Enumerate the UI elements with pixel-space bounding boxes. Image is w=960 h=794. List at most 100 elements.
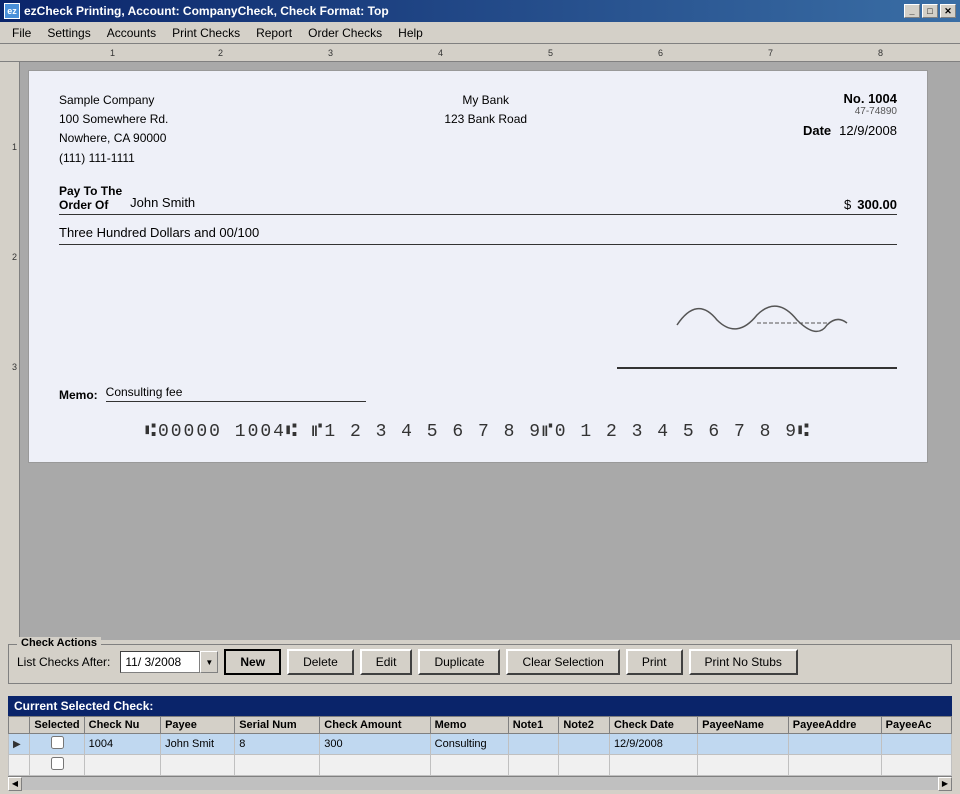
row-note2 [559,755,610,776]
table-row[interactable]: ▶ 1004 John Smit 8 300 Consulting 12/9/2… [9,734,952,755]
row-memo: Consulting [430,734,508,755]
v-ruler-mark-1: 1 [12,142,17,152]
main-area: 1 2 3 Sample Company 100 Somewhere Rd. N… [0,62,960,640]
selected-section: Current Selected Check: Selected Check N… [0,692,960,794]
col-note2: Note2 [559,717,610,734]
duplicate-button[interactable]: Duplicate [418,649,500,675]
row-checkbox[interactable] [51,757,64,770]
ruler-mark-4: 4 [438,48,443,58]
menu-print-checks[interactable]: Print Checks [164,24,248,42]
row-memo [430,755,508,776]
minimize-button[interactable]: _ [904,4,920,18]
check-table: Selected Check Nu Payee Serial Num Check… [8,716,952,776]
amount-box: $ 300.00 [844,197,897,212]
date-input-wrapper: ▼ [120,651,218,673]
date-dropdown-button[interactable]: ▼ [200,651,218,673]
col-arrow [9,717,30,734]
v-ruler-mark-2: 2 [12,252,17,262]
row-serial [235,755,320,776]
payee-name: John Smith [130,195,828,212]
col-check-num: Check Nu [84,717,160,734]
app-icon: ez [4,3,20,19]
ruler-mark-8: 8 [878,48,883,58]
row-note1 [508,734,559,755]
date-filter-input[interactable] [120,651,200,673]
company-phone: (111) 111-1111 [59,149,168,168]
check-actions-label: Check Actions [17,637,101,649]
row-amount: 300 [320,734,430,755]
new-button[interactable]: New [224,649,281,675]
pay-to-label: Pay To TheOrder Of [59,184,122,212]
horizontal-scrollbar[interactable]: ◀ ▶ [8,776,952,790]
clear-selection-button[interactable]: Clear Selection [506,649,619,675]
menu-bar: File Settings Accounts Print Checks Repo… [0,22,960,44]
scrollbar-right-btn[interactable]: ▶ [938,777,952,791]
selected-title: Current Selected Check: [8,696,952,716]
check-routing: 47-74890 [803,106,897,117]
check-actions-group: Check Actions List Checks After: ▼ New D… [8,644,952,684]
company-address1: 100 Somewhere Rd. [59,110,168,129]
signature-box [617,275,897,369]
canvas-area: Sample Company 100 Somewhere Rd. Nowhere… [20,62,960,640]
row-check-date [609,755,697,776]
col-payee-name: PayeeName [698,717,789,734]
ruler-mark-7: 7 [768,48,773,58]
row-check-num [84,755,160,776]
signature-image [617,275,897,363]
signature-svg [657,285,857,345]
bank-info: My Bank 123 Bank Road [444,91,527,168]
memo-value: Consulting fee [106,385,366,402]
print-no-stubs-button[interactable]: Print No Stubs [689,649,798,675]
scrollbar-left-btn[interactable]: ◀ [8,777,22,791]
check-amount: 300.00 [857,197,897,212]
row-check-num: 1004 [84,734,160,755]
row-arrow [9,755,30,776]
v-ruler-mark-3: 3 [12,362,17,372]
micr-line: ⑆00000 1004⑆ ⑈1 2 3 4 5 6 7 8 9⑈0 1 2 3 … [59,422,897,442]
menu-help[interactable]: Help [390,24,431,42]
vertical-ruler: 1 2 3 [0,62,20,640]
row-payee [161,755,235,776]
company-info: Sample Company 100 Somewhere Rd. Nowhere… [59,91,168,168]
check-no-value: 1004 [868,91,897,106]
action-area: Check Actions List Checks After: ▼ New D… [0,640,960,692]
menu-settings[interactable]: Settings [39,24,98,42]
row-amount [320,755,430,776]
close-button[interactable]: ✕ [940,4,956,18]
col-payee-addr: PayeeAddre [788,717,881,734]
col-selected: Selected [30,717,84,734]
ruler-mark-1: 1 [110,48,115,58]
row-serial: 8 [235,734,320,755]
menu-accounts[interactable]: Accounts [99,24,164,42]
row-check-date: 12/9/2008 [609,734,697,755]
row-checkbox[interactable] [51,736,64,749]
company-address2: Nowhere, CA 90000 [59,129,168,148]
list-after-label: List Checks After: [17,655,110,669]
bank-name: My Bank [444,91,527,110]
row-checkbox-cell [30,734,84,755]
col-payee-ac: PayeeAc [881,717,951,734]
menu-file[interactable]: File [4,24,39,42]
row-checkbox-cell [30,755,84,776]
maximize-button[interactable]: □ [922,4,938,18]
company-name: Sample Company [59,91,168,110]
scrollbar-track[interactable] [22,777,938,790]
print-button[interactable]: Print [626,649,683,675]
row-payee-ac [881,734,951,755]
row-payee-addr [788,755,881,776]
row-payee-addr [788,734,881,755]
table-row[interactable] [9,755,952,776]
row-payee-name [698,755,789,776]
pay-to-row: Pay To TheOrder Of John Smith $ 300.00 [59,184,897,215]
title-bar: ez ezCheck Printing, Account: CompanyChe… [0,0,960,22]
menu-order-checks[interactable]: Order Checks [300,24,390,42]
col-payee: Payee [161,717,235,734]
menu-report[interactable]: Report [248,24,300,42]
edit-button[interactable]: Edit [360,649,413,675]
row-payee-ac [881,755,951,776]
delete-button[interactable]: Delete [287,649,354,675]
row-note1 [508,755,559,776]
col-check-date: Check Date [609,717,697,734]
col-serial: Serial Num [235,717,320,734]
row-payee-name [698,734,789,755]
